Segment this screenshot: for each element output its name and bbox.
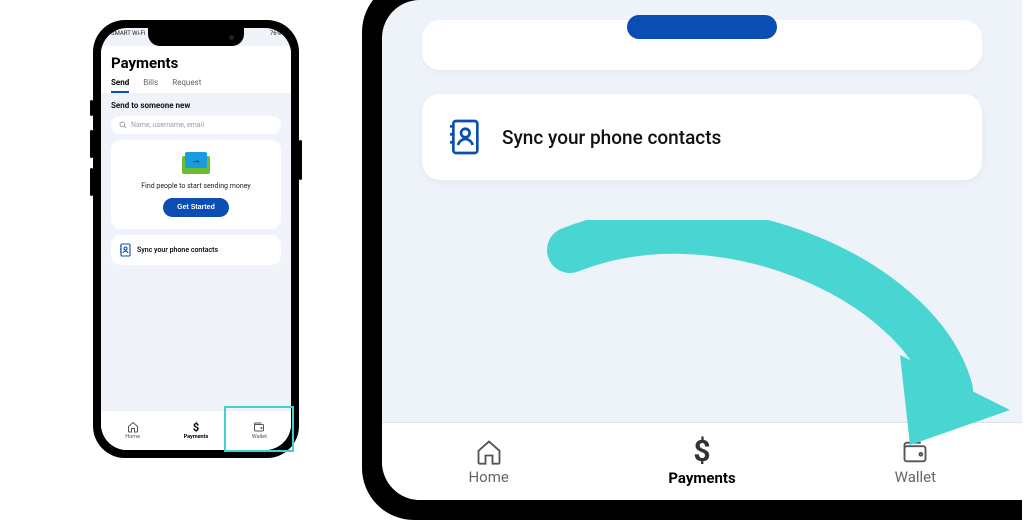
- nav-home-label: Home: [468, 468, 508, 486]
- wallet-icon: [253, 421, 265, 433]
- bottom-nav: Home $ Payments Wallet: [382, 422, 1022, 500]
- section-subhead: Send to someone new: [111, 101, 281, 110]
- nav-wallet[interactable]: Wallet: [809, 423, 1022, 500]
- contacts-icon: [448, 118, 480, 156]
- zoom-panel: Sync your phone contacts Home $ Payments…: [362, 0, 1022, 520]
- phone-mockup: SMART Wi-Fi 76% Payments Send Bills Requ…: [93, 20, 299, 458]
- nav-home-label: Home: [125, 434, 140, 440]
- phone-notch: [148, 28, 244, 46]
- nav-home[interactable]: Home: [382, 423, 595, 500]
- page-title: Payments: [111, 54, 281, 72]
- dollar-icon: $: [193, 422, 199, 433]
- dollar-icon: $: [693, 437, 710, 467]
- tab-request[interactable]: Request: [172, 78, 201, 93]
- status-right: 76%: [270, 30, 281, 44]
- zoom-partial-card: [422, 20, 982, 70]
- search-input[interactable]: Name, username, email: [111, 116, 281, 134]
- phone-screen: SMART Wi-Fi 76% Payments Send Bills Requ…: [101, 28, 291, 450]
- tab-send[interactable]: Send: [111, 78, 129, 93]
- get-started-button[interactable]: [627, 15, 777, 39]
- nav-payments-label: Payments: [184, 434, 209, 440]
- nav-wallet[interactable]: Wallet: [228, 411, 291, 450]
- sync-contacts-label: Sync your phone contacts: [502, 126, 721, 149]
- nav-wallet-label: Wallet: [895, 468, 936, 486]
- tab-bar: Send Bills Request: [111, 78, 281, 93]
- nav-wallet-label: Wallet: [252, 434, 267, 440]
- money-send-icon: →: [182, 152, 210, 174]
- screen-header: Payments Send Bills Request: [101, 46, 291, 93]
- tab-bills[interactable]: Bills: [143, 78, 158, 93]
- nav-payments-label: Payments: [668, 469, 735, 487]
- phone-side-button: [299, 140, 302, 180]
- home-icon: [127, 421, 139, 433]
- search-icon: [119, 121, 127, 129]
- nav-payments[interactable]: $ Payments: [595, 423, 808, 500]
- bottom-nav: Home $ Payments Wallet: [101, 410, 291, 450]
- phone-side-button: [90, 100, 93, 116]
- wallet-icon: [901, 438, 929, 466]
- sync-contacts-label: Sync your phone contacts: [137, 246, 218, 254]
- nav-home[interactable]: Home: [101, 411, 164, 450]
- find-people-card: → Find people to start sending money Get…: [111, 140, 281, 229]
- zoom-screen: Sync your phone contacts Home $ Payments…: [382, 0, 1022, 500]
- search-placeholder: Name, username, email: [131, 121, 204, 129]
- contacts-icon: [119, 243, 131, 257]
- nav-payments[interactable]: $ Payments: [164, 411, 227, 450]
- sync-contacts-card[interactable]: Sync your phone contacts: [422, 94, 982, 180]
- home-icon: [475, 438, 503, 466]
- sync-contacts-card[interactable]: Sync your phone contacts: [111, 235, 281, 265]
- phone-side-button: [90, 168, 93, 196]
- find-people-text: Find people to start sending money: [141, 182, 250, 190]
- phone-side-button: [90, 130, 93, 158]
- status-left: SMART Wi-Fi: [111, 30, 145, 44]
- get-started-button[interactable]: Get Started: [163, 198, 229, 217]
